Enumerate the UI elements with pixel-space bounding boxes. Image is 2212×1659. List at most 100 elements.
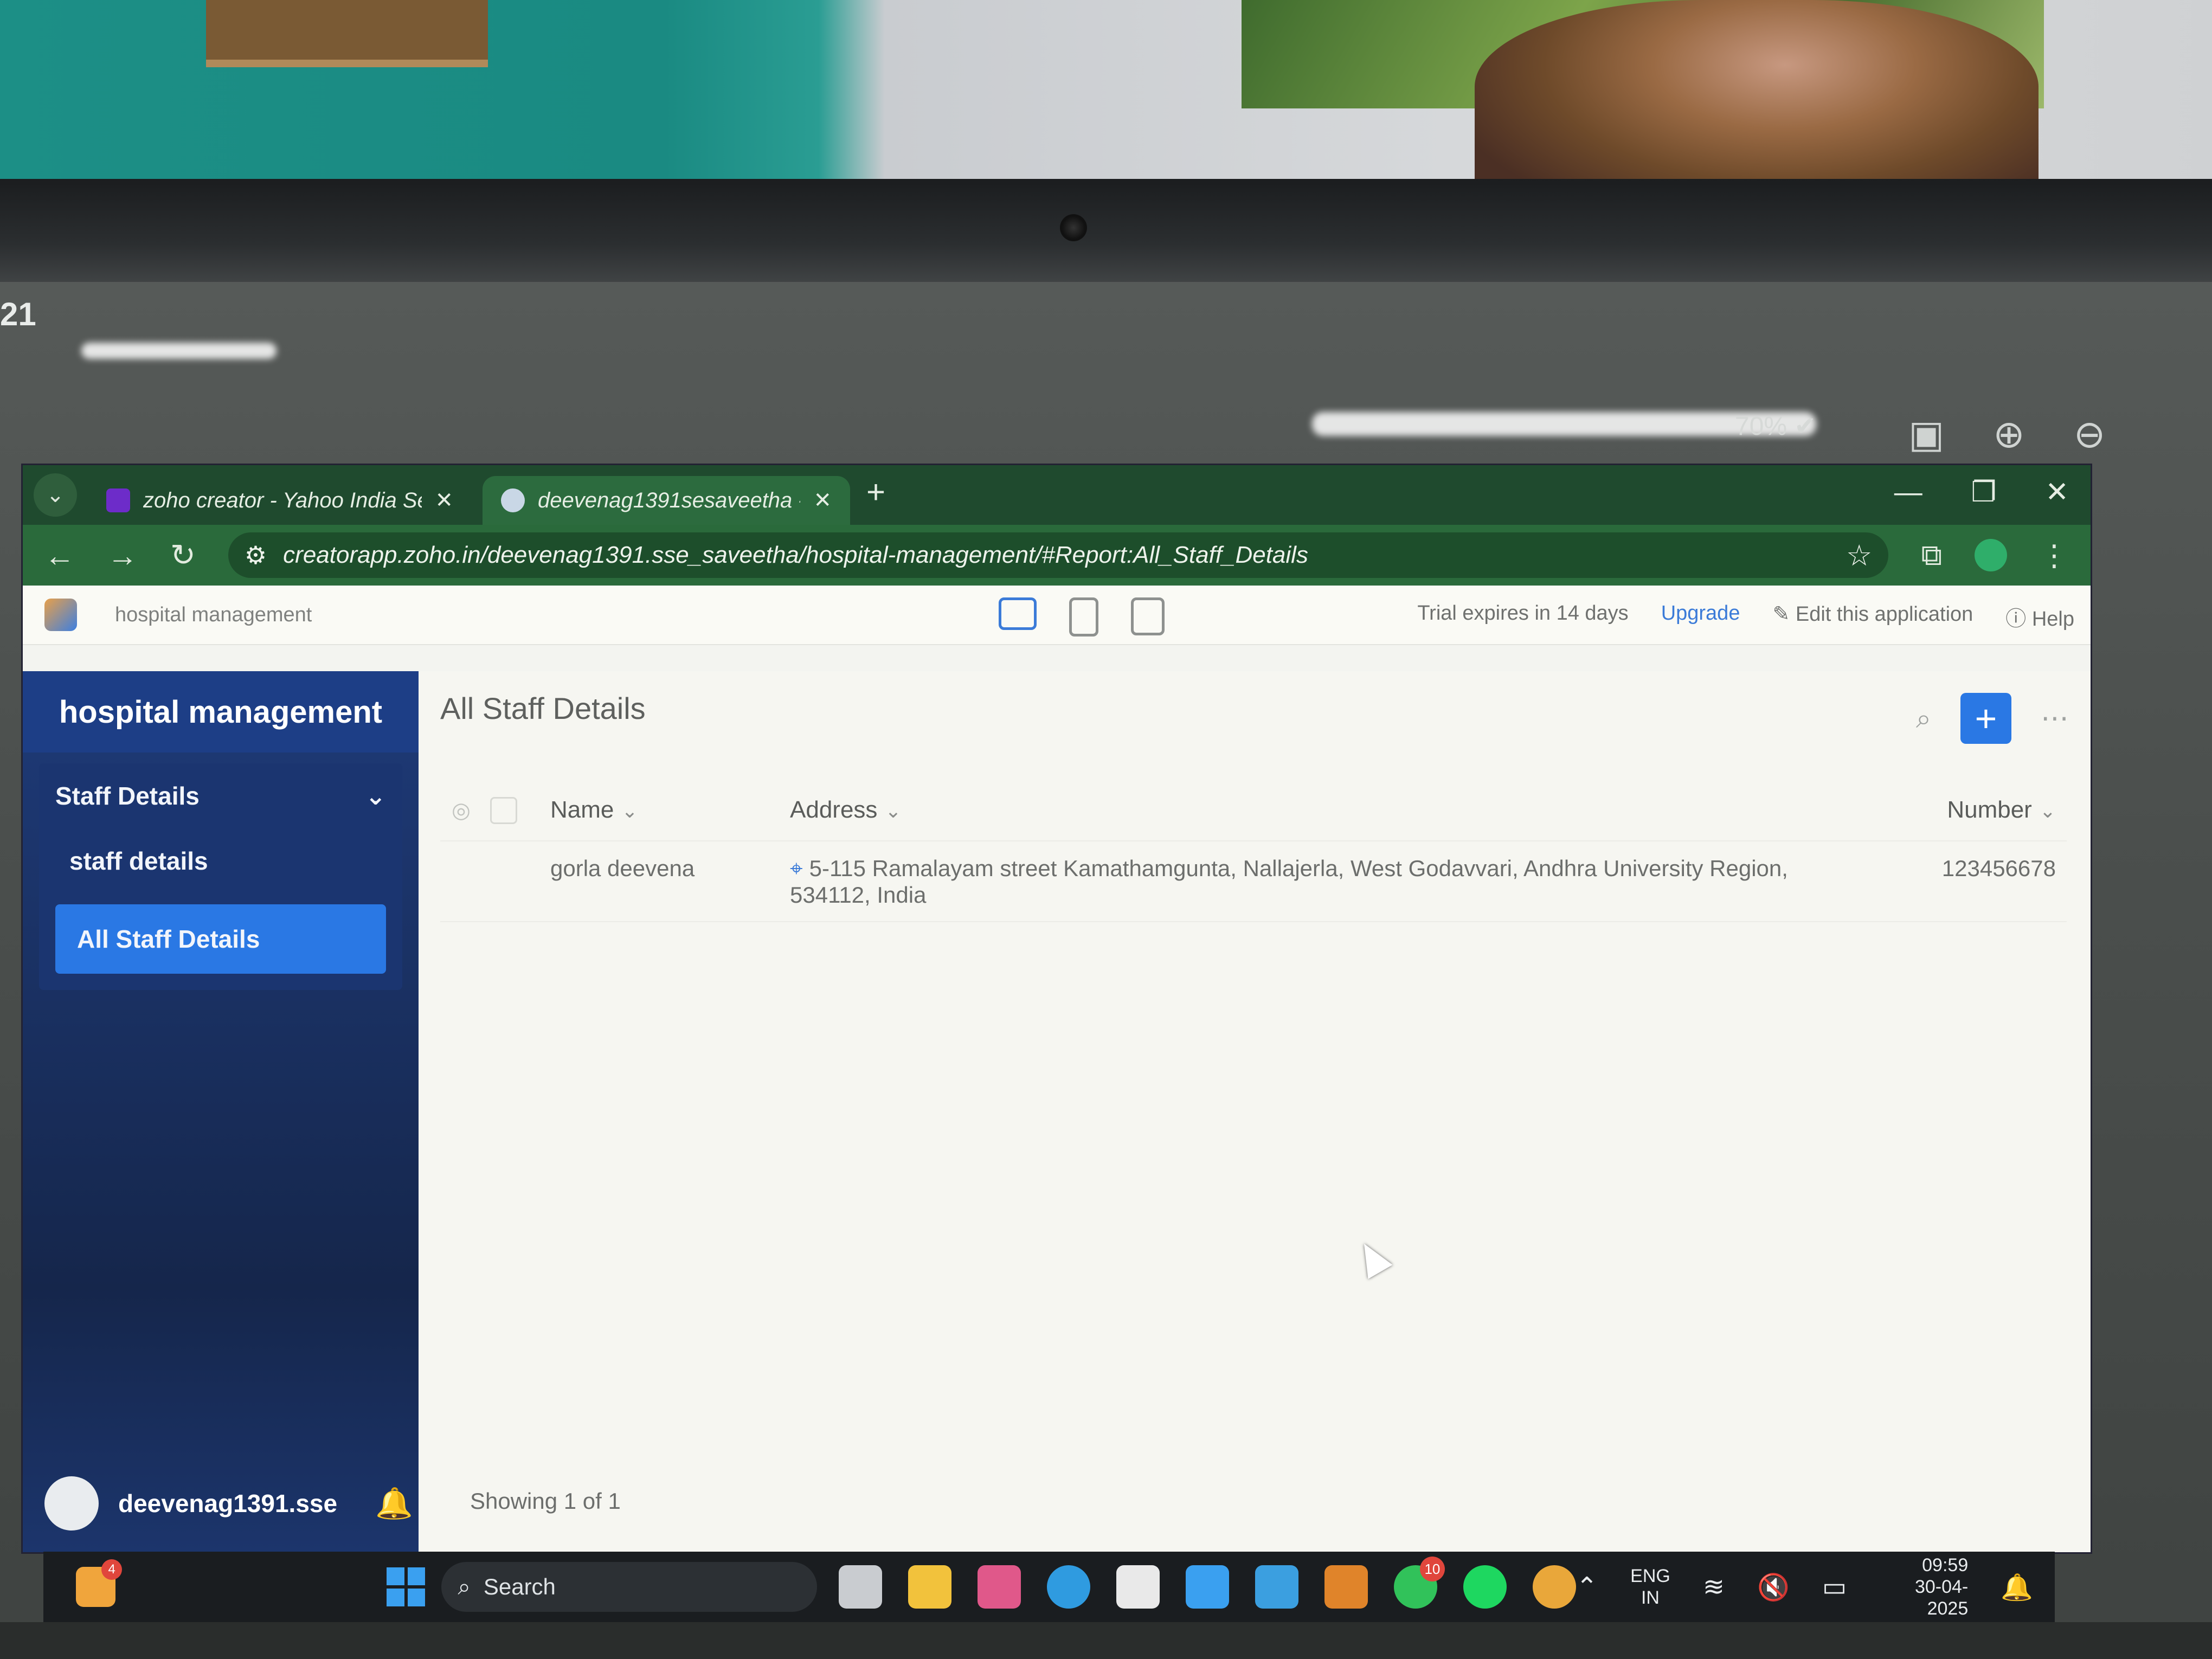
zoom-out-icon[interactable]: ⊖ [2074, 412, 2106, 456]
tablet-view-icon[interactable] [1069, 597, 1098, 636]
selection-header: ◎ [440, 780, 550, 841]
select-all-checkbox[interactable] [490, 797, 518, 825]
report-toolbar: ⌕ + ⋯ [1916, 693, 2069, 744]
cell-address: ⌖ 5-115 Ramalayam street Kamathamgunta, N… [789, 841, 1925, 922]
column-header-name[interactable]: Name ⌄ [550, 780, 789, 841]
records-table: ◎ Name ⌄ Address ⌄ Number ⌄ gorla deeven… [440, 780, 2067, 922]
column-header-address[interactable]: Address ⌄ [789, 780, 1925, 841]
tab-zoho[interactable]: deevenag1391sesaveetha - Z ✕ [483, 476, 850, 525]
location-pin-icon: ⌖ [790, 856, 803, 881]
whatsapp-icon[interactable]: 10 [1393, 1557, 1445, 1609]
taskbar-apps: 10 [838, 1557, 1576, 1609]
clock-fragment: 21 [0, 296, 36, 332]
chevron-down-icon: ⌄ [885, 800, 902, 822]
mobile-view-icon[interactable] [1131, 597, 1165, 635]
sidebar-group-staff-details: Staff Details ⌄ staff details All Staff … [39, 763, 402, 990]
more-options-icon[interactable]: ⋯ [2041, 702, 2069, 735]
tab-yahoo[interactable]: zoho creator - Yahoo India Sea ✕ [88, 476, 472, 525]
zoom-level[interactable]: 70% ✔ [1735, 411, 1816, 441]
url-input[interactable]: ⚙ creatorapp.zoho.in/deevenag1391.sse_sa… [228, 532, 1889, 578]
search-icon[interactable]: ⌕ [1916, 703, 1931, 735]
notification-bell-icon[interactable]: 🔔 [2001, 1572, 2033, 1603]
page-title: All Staff Details [440, 691, 646, 725]
table-row[interactable]: gorla deevena ⌖ 5-115 Ramalayam street Ka… [440, 841, 2067, 922]
zoom-in-icon[interactable]: ⊕ [1993, 412, 2025, 456]
battery-icon[interactable]: ▭ [1822, 1572, 1847, 1602]
task-view-icon[interactable] [838, 1565, 882, 1609]
screenshot-icon[interactable]: ▣ [1908, 412, 1944, 456]
trial-text: Trial expires in 14 days [1417, 602, 1629, 625]
tab-title: zoho creator - Yahoo India Sea [143, 488, 422, 512]
webcam [1060, 214, 1087, 241]
window-controls: — ❐ ✕ [1894, 476, 2069, 509]
close-tab-icon[interactable]: ✕ [435, 488, 453, 513]
search-icon: ⌕ [458, 1573, 471, 1599]
taskbar-search-input[interactable]: ⌕ Search [441, 1562, 817, 1612]
app-name: hospital management [115, 603, 312, 626]
sidebar-title: hospital management [23, 671, 419, 753]
app-header: hospital management Trial expires in 14 … [23, 586, 2091, 645]
close-window-icon[interactable]: ✕ [2045, 476, 2069, 509]
browser-actions: ⧉ ⋮ [1921, 538, 2069, 573]
chevron-down-icon: ⌄ [365, 782, 386, 810]
extensions-icon[interactable]: ⧉ [1921, 538, 1942, 573]
copilot-icon[interactable] [977, 1565, 1021, 1609]
wall-frame [206, 0, 488, 67]
cell-number: 123456678 [1924, 841, 2067, 922]
sidebar-item-staff-details[interactable]: staff details [39, 828, 402, 893]
chrome-icon[interactable] [1532, 1565, 1576, 1609]
notification-badge: 4 [101, 1559, 123, 1580]
file-explorer-icon[interactable] [908, 1565, 951, 1609]
bookmark-star-icon[interactable]: ☆ [1846, 538, 1872, 573]
sidebar-item-label: All Staff Details [77, 925, 260, 953]
bell-icon[interactable]: 🔔 [375, 1486, 413, 1521]
zoho-creator-logo-icon[interactable] [44, 599, 77, 631]
new-tab-button[interactable]: + [866, 473, 885, 511]
arrow-app-icon[interactable] [1324, 1565, 1368, 1609]
device-preview [999, 597, 1165, 636]
desktop-view-icon[interactable] [999, 597, 1037, 630]
help-link[interactable]: ⓘ Help [2005, 602, 2074, 632]
table-header-row: ◎ Name ⌄ Address ⌄ Number ⌄ [440, 780, 2067, 841]
browser-menu-icon[interactable]: ⋮ [2040, 538, 2069, 573]
store-icon[interactable] [1116, 1565, 1160, 1609]
add-record-button[interactable]: + [1960, 693, 2011, 744]
volume-muted-icon[interactable]: 🔇 [1757, 1572, 1790, 1603]
tab-search-icon[interactable]: ⌄ [34, 473, 77, 517]
column-header-number[interactable]: Number ⌄ [1924, 780, 2067, 841]
user-profile[interactable]: deevenag1391.sse 🔔 [44, 1471, 413, 1536]
start-icon[interactable] [387, 1567, 426, 1606]
mail-icon[interactable] [1185, 1565, 1229, 1609]
reload-icon[interactable]: ↻ [170, 537, 196, 573]
avatar [44, 1476, 99, 1531]
clock[interactable]: 09:59 30-04-2025 [1879, 1554, 1968, 1619]
language-indicator[interactable]: ENG IN [1630, 1565, 1670, 1609]
eye-icon[interactable]: ◎ [452, 798, 471, 823]
row-selection-cell [440, 841, 550, 922]
restore-icon[interactable]: ❐ [1971, 476, 1997, 509]
upgrade-link[interactable]: Upgrade [1661, 602, 1740, 632]
app-icon[interactable] [1255, 1565, 1298, 1609]
tab-bar: ⌄ zoho creator - Yahoo India Sea ✕ deeve… [23, 465, 2091, 525]
spotify-icon[interactable] [1463, 1565, 1507, 1609]
edge-icon[interactable] [1046, 1565, 1090, 1609]
minimize-icon[interactable]: — [1894, 476, 1922, 509]
sidebar-item-all-staff-details[interactable]: All Staff Details [55, 904, 386, 974]
widgets-icon[interactable]: 4 [76, 1559, 123, 1607]
sidebar-item-label: staff details [69, 847, 208, 875]
app-header-actions: Trial expires in 14 days Upgrade ✎ Edit … [1417, 602, 2074, 632]
record-count: Showing 1 of 1 [470, 1488, 621, 1514]
taskbar: 4 ⌕ Search 10 ⌃ ENG IN ≋ 🔇 ▭ 09:59 30-04-2… [43, 1552, 2055, 1622]
tab-title: deevenag1391sesaveetha - Z [538, 488, 801, 512]
site-settings-icon[interactable]: ⚙ [245, 541, 267, 570]
sidebar-group-header[interactable]: Staff Details ⌄ [39, 763, 402, 828]
chevron-up-icon[interactable]: ⌃ [1576, 1572, 1598, 1602]
profile-avatar[interactable] [1975, 539, 2007, 571]
back-icon[interactable]: ← [44, 538, 75, 573]
edit-app-link[interactable]: ✎ Edit this application [1772, 602, 1973, 632]
wifi-icon[interactable]: ≋ [1703, 1572, 1725, 1602]
close-tab-icon[interactable]: ✕ [813, 488, 832, 513]
pencil-icon: ✎ [1772, 603, 1796, 626]
forward-icon[interactable]: → [107, 538, 138, 573]
username: deevenag1391.sse [118, 1489, 338, 1517]
